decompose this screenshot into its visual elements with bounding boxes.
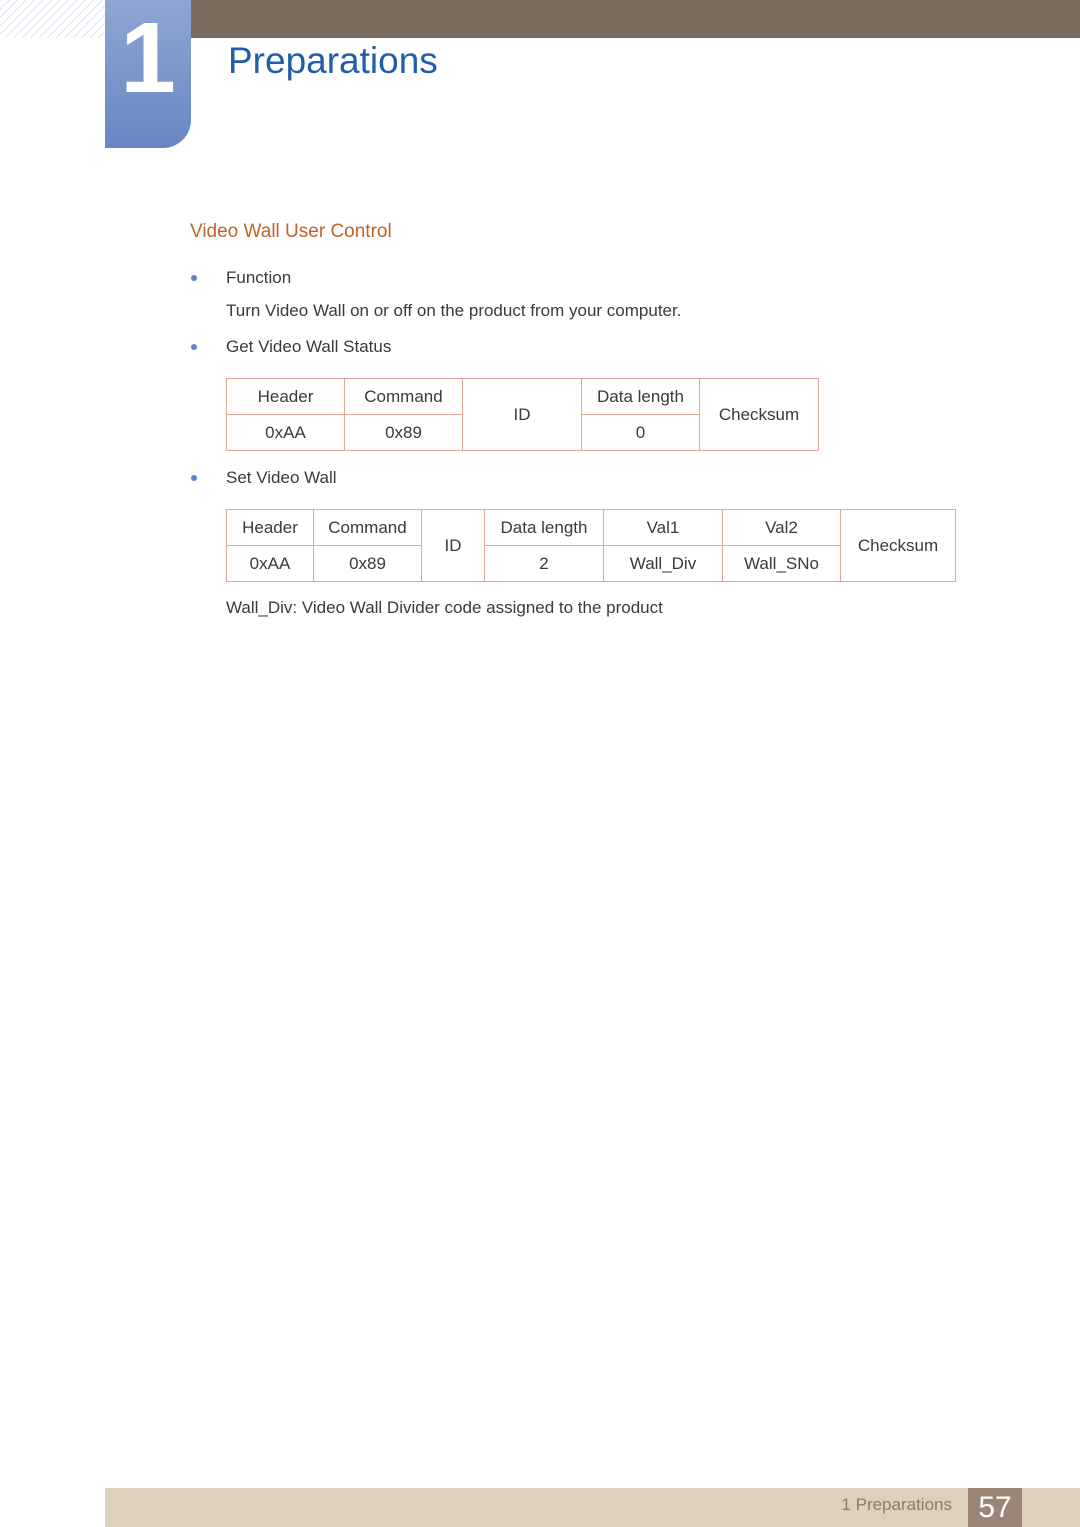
item-function-description: Turn Video Wall on or off on the product…: [226, 301, 682, 320]
set-wall-table: Header Command ID Data length Val1 Val2 …: [226, 509, 956, 582]
bullet-icon: [191, 475, 197, 481]
item-get-status-label: Get Video Wall Status: [226, 337, 392, 356]
table-header-cell: Checksum: [699, 378, 819, 451]
table-header-cell: Header: [226, 378, 345, 415]
table-header-cell: Header: [226, 509, 314, 546]
chapter-title: Preparations: [228, 40, 438, 81]
table-header-cell: Checksum: [840, 509, 956, 582]
section-title: Video Wall User Control: [190, 221, 392, 242]
decorative-hatch: [0, 0, 105, 38]
table-cell: Wall_SNo: [722, 545, 841, 582]
table-cell: 0: [581, 414, 700, 451]
table-cell: 2: [484, 545, 604, 582]
item-function-label: Function: [226, 268, 292, 287]
table-cell: 0x89: [344, 414, 463, 451]
table-header-cell: Data length: [484, 509, 604, 546]
footer-bar: 1 Preparations: [105, 1488, 1080, 1527]
table-cell: 0x89: [313, 545, 422, 582]
table-header-cell: ID: [462, 378, 582, 451]
table-cell: Wall_Div: [603, 545, 723, 582]
bullet-icon: [191, 275, 197, 281]
table-header-cell: ID: [421, 509, 485, 582]
get-status-table: Header Command ID Data length Checksum 0…: [226, 378, 819, 451]
table-header-cell: Command: [313, 509, 422, 546]
bullet-icon: [191, 344, 197, 350]
table-header-cell: Data length: [581, 378, 700, 415]
table-row: Header Command ID Data length Val1 Val2 …: [226, 509, 956, 582]
chapter-number: 1: [120, 2, 176, 114]
header-bar: [190, 0, 1080, 38]
item-set-wall-label: Set Video Wall: [226, 468, 337, 487]
table-row: Header Command ID Data length Checksum: [226, 378, 819, 451]
table-cell: 0xAA: [226, 414, 345, 451]
table-cell: 0xAA: [226, 545, 314, 582]
table-header-cell: Val1: [603, 509, 723, 546]
page-number: 57: [968, 1488, 1022, 1527]
table-header-cell: Command: [344, 378, 463, 415]
note-text: Wall_Div: Video Wall Divider code assign…: [226, 598, 663, 617]
chapter-badge: 1: [105, 0, 191, 148]
table-header-cell: Val2: [722, 509, 841, 546]
footer-chapter-label: 1 Preparations: [841, 1495, 952, 1514]
